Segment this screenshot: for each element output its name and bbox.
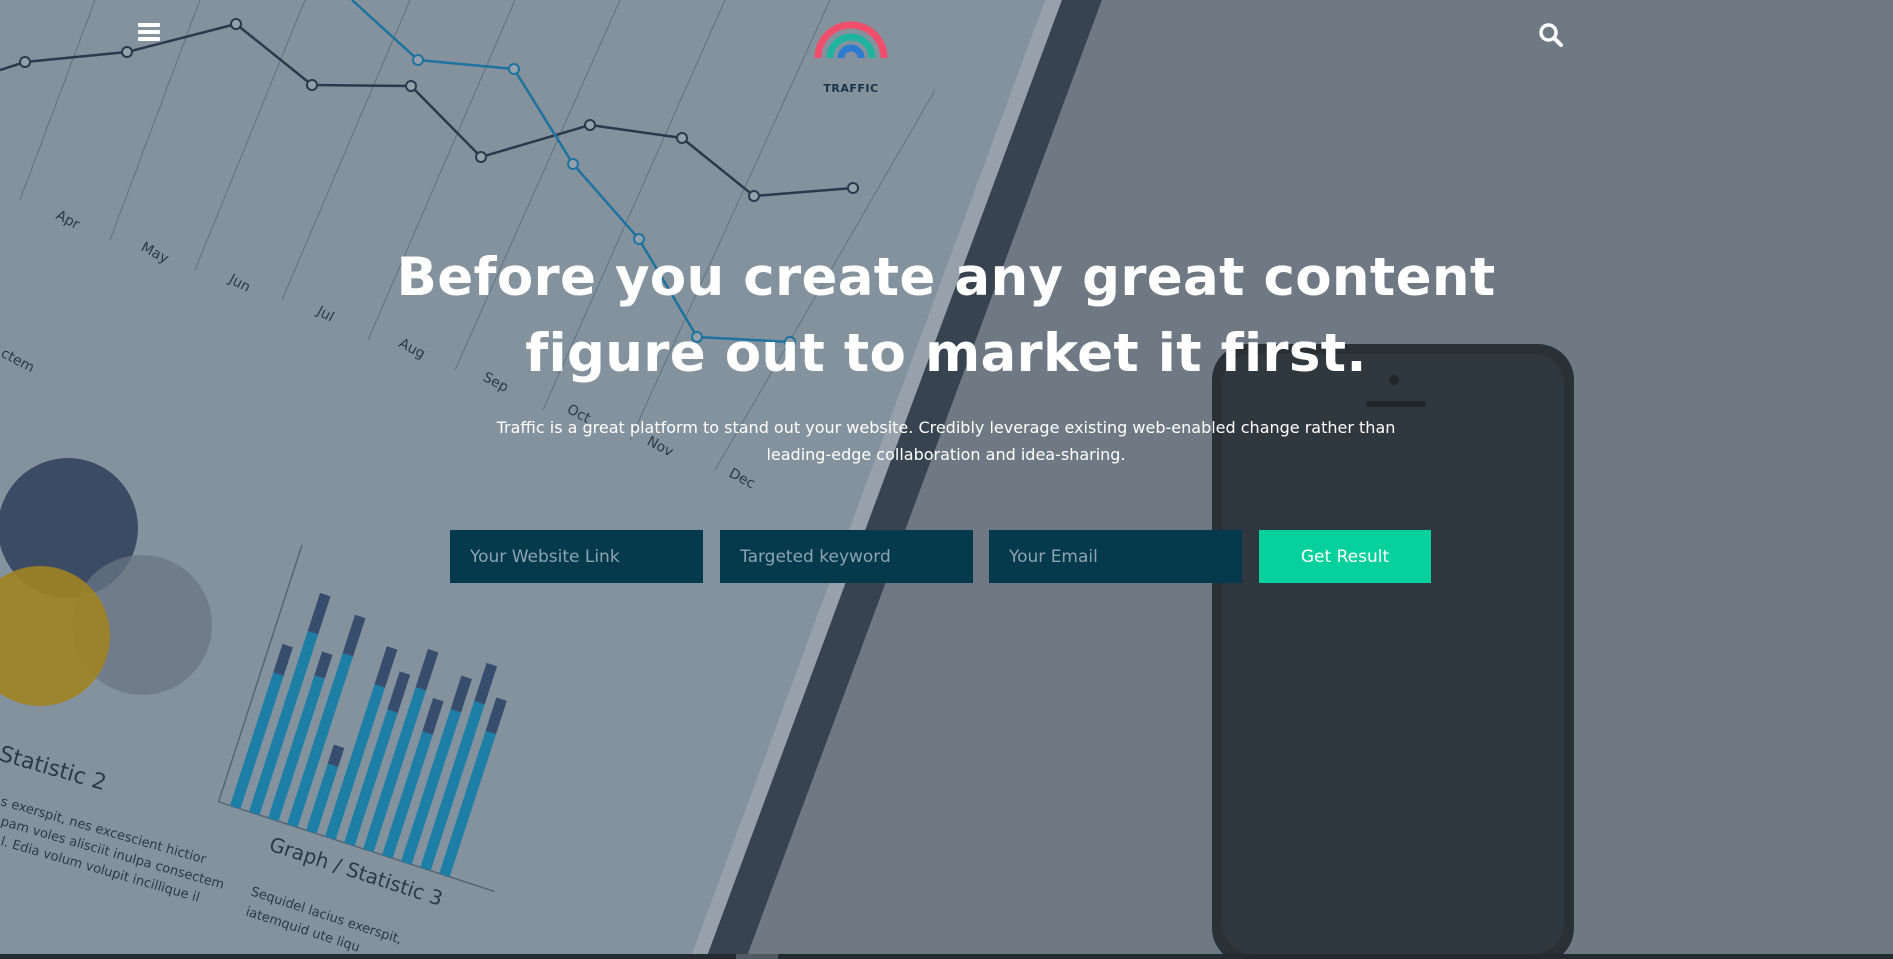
- hero-dark-overlay: [0, 0, 1893, 959]
- hamburger-menu-icon[interactable]: [138, 22, 160, 42]
- logo-arcs-icon: [814, 21, 888, 59]
- traffic-logo[interactable]: TRAFFIC: [812, 18, 890, 95]
- seo-check-form: Get Result: [450, 530, 1431, 583]
- targeted-keyword-input[interactable]: [720, 530, 973, 583]
- top-navigation-bar: TRAFFIC: [0, 0, 1893, 95]
- search-icon[interactable]: [1538, 22, 1564, 48]
- subtext-line-1: Traffic is a great platform to stand out…: [496, 418, 1396, 437]
- hero-headline: Before you create any great content figu…: [346, 240, 1546, 392]
- subtext-line-2: leading-edge collaboration and idea-shar…: [766, 445, 1126, 464]
- hero-section: Apr May Jun Jul Aug Sep Oct Nov Dec ctem: [0, 0, 1893, 959]
- bottom-scroll-strip: [0, 954, 1893, 959]
- get-result-button[interactable]: Get Result: [1259, 530, 1431, 583]
- headline-line-1: Before you create any great content: [396, 247, 1496, 308]
- logo-text: TRAFFIC: [823, 82, 879, 95]
- scroll-marker[interactable]: [736, 954, 778, 959]
- headline-line-2: figure out to market it first.: [525, 323, 1367, 384]
- email-input[interactable]: [989, 530, 1242, 583]
- hero-subtext: Traffic is a great platform to stand out…: [496, 414, 1396, 468]
- website-link-input[interactable]: [450, 530, 703, 583]
